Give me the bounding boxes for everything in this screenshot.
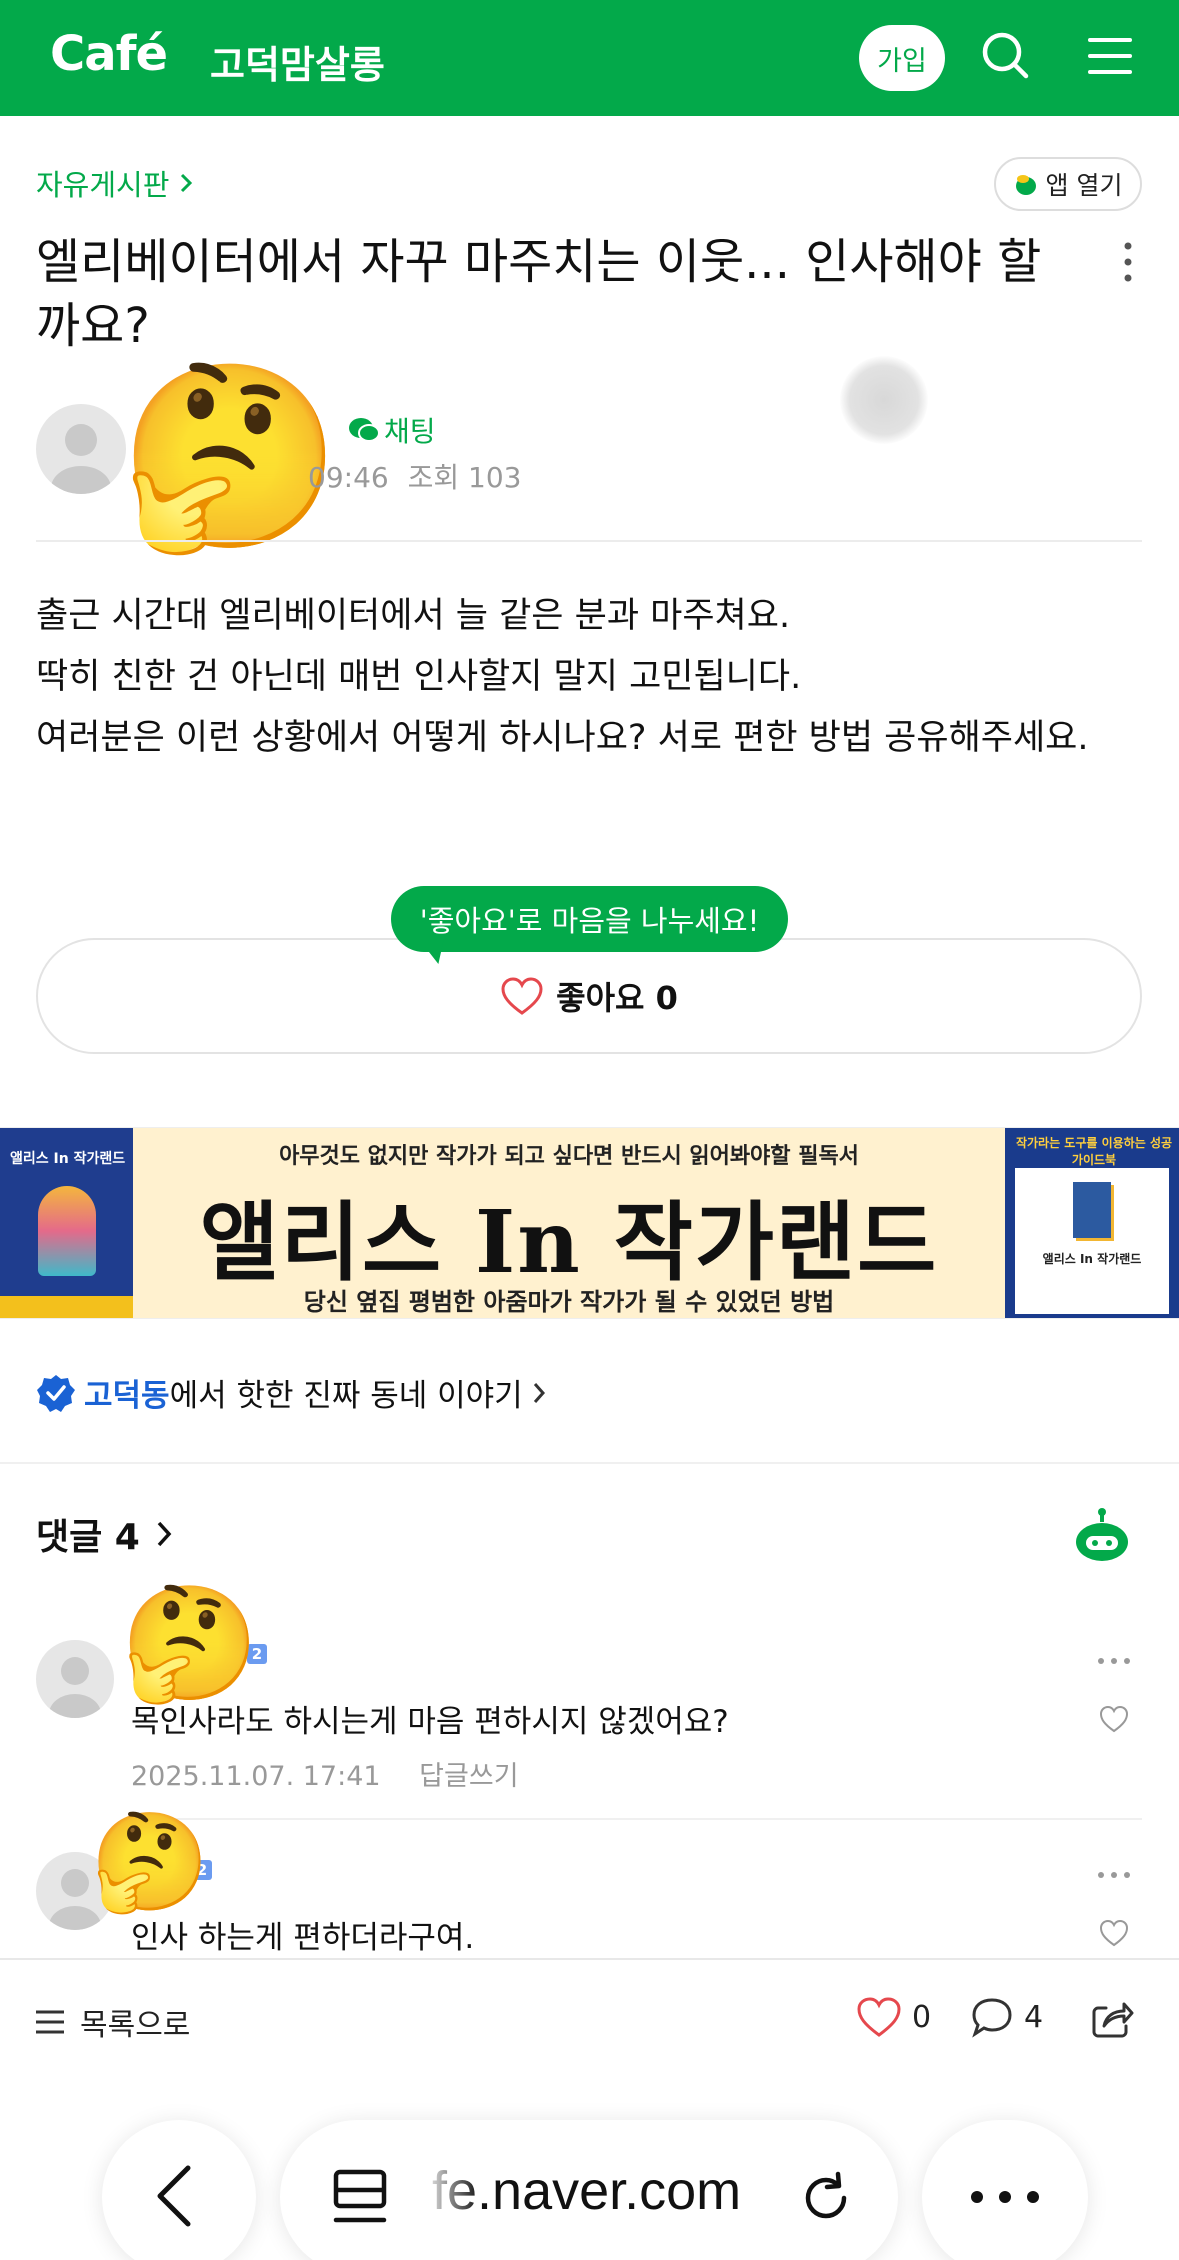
chat-button[interactable]: 채팅 xyxy=(348,410,436,450)
cafe-name[interactable]: 고덕맘살롱 xyxy=(210,34,385,89)
keyhole-illustration xyxy=(38,1186,96,1276)
comment-divider xyxy=(131,1818,1142,1820)
post-time: 09:46 xyxy=(308,461,389,494)
smudge xyxy=(840,356,928,444)
section-divider xyxy=(0,1462,1179,1464)
back-icon xyxy=(157,2165,191,2227)
banner-sub-text: 당신 옆집 평범한 아줌마가 작가가 될 수 있었던 방법 xyxy=(303,1288,835,1316)
comment-count: 4 xyxy=(1024,1999,1044,2035)
list-icon xyxy=(36,2010,64,2034)
book-ad-banner[interactable]: 앨리스 In 작가랜드 아무것도 없지만 작가가 되고 싶다면 반드시 읽어봐야… xyxy=(0,1127,1179,1319)
search-icon[interactable] xyxy=(976,26,1036,86)
post-body-line: 여러분은 이런 상황에서 어떻게 하시나요? 서로 편한 방법 공유해주세요. xyxy=(36,718,1089,758)
commenter-avatar[interactable] xyxy=(36,1640,114,1718)
join-button[interactable]: 가입 xyxy=(859,25,945,91)
chat-label: 채팅 xyxy=(384,415,436,448)
bottom-action-bar: 목록으로 0 4 xyxy=(0,1958,1179,2078)
cup-icon xyxy=(1015,175,1036,195)
comment-text: 목인사라도 하시는게 마음 편하시지 않겠어요? xyxy=(131,1704,729,1740)
like-count: 0 xyxy=(912,1999,932,2035)
open-app-button[interactable]: 앱 열기 xyxy=(994,157,1142,211)
reader-icon[interactable] xyxy=(330,2168,390,2226)
right-book-card: 앨리스 In 작가랜드 xyxy=(1015,1168,1169,1314)
comments-count: 댓글 4 xyxy=(36,1517,140,1558)
share-icon[interactable] xyxy=(1090,1996,1134,2040)
like-tooltip: '좋아요'로 마음을 나누세요! xyxy=(391,886,788,952)
bot-icon[interactable] xyxy=(1072,1506,1132,1566)
like-label: 좋아요 0 xyxy=(556,979,678,1017)
reload-icon[interactable] xyxy=(796,2168,856,2228)
chat-bubble-icon xyxy=(349,418,380,442)
comment-icon xyxy=(972,1998,1012,2038)
top-bar: Café 고덕맘살롱 가입 xyxy=(0,0,1179,116)
post-views: 조회 103 xyxy=(407,461,522,494)
comment-meta: 2025.11.07. 17:41 답글쓰기 xyxy=(131,1754,519,1793)
reply-button[interactable]: 답글쓰기 xyxy=(419,1761,518,1792)
book-strip xyxy=(0,1296,133,1318)
comments-header[interactable]: 댓글 4 xyxy=(36,1508,174,1560)
thinking-face-emoji: 🤔 xyxy=(120,1579,260,1709)
comment-date: 2025.11.07. 17:41 xyxy=(131,1761,381,1792)
board-breadcrumb[interactable]: 자유게시판 xyxy=(36,162,193,204)
chevron-right-icon xyxy=(157,1521,172,1547)
left-book-title: 앨리스 In 작가랜드 xyxy=(10,1151,126,1167)
url-fade xyxy=(430,2150,480,2230)
divider xyxy=(36,540,1142,542)
right-headline: 작가라는 도구를 이용하는 성공 가이드북 xyxy=(1015,1136,1173,1167)
neighborhood-highlight: 고덕동 xyxy=(84,1378,170,1414)
cafe-logo[interactable]: Café xyxy=(50,26,168,82)
heart-icon[interactable] xyxy=(1098,1704,1130,1734)
post-title: 엘리베이터에서 자꾸 마주치는 이웃... 인사해야 할 까요? xyxy=(36,234,1042,354)
right-book-panel: 작가라는 도구를 이용하는 성공 가이드북 앨리스 In 작가랜드 xyxy=(1005,1128,1179,1318)
verified-check-icon xyxy=(37,1374,75,1412)
kebab-icon[interactable] xyxy=(1118,240,1138,284)
board-name: 자유게시판 xyxy=(36,168,170,202)
neighborhood-link[interactable]: 고덕동에서 핫한 진짜 동네 이야기 xyxy=(36,1370,547,1415)
more-icon xyxy=(971,2191,1039,2203)
browser-more-pill[interactable] xyxy=(922,2120,1088,2260)
back-to-list-label: 목록으로 xyxy=(80,2008,191,2043)
book-thumbnail xyxy=(1073,1182,1111,1238)
heart-icon xyxy=(857,1997,901,2037)
left-book-cover: 앨리스 In 작가랜드 xyxy=(0,1128,133,1318)
post-body-line: 딱히 친한 건 아닌데 매번 인사할지 말지 고민됩니다. xyxy=(36,657,802,697)
chevron-right-icon xyxy=(181,173,193,193)
like-button[interactable]: 좋아요 0 xyxy=(36,938,1142,1054)
neighborhood-text: 에서 핫한 진짜 동네 이야기 xyxy=(169,1378,523,1414)
heart-icon[interactable] xyxy=(1098,1918,1130,1948)
comment-stat-button[interactable]: 4 xyxy=(970,1996,1043,2038)
author-avatar[interactable] xyxy=(36,404,126,494)
banner-main-text: 앨리스 In 작가랜드 xyxy=(199,1192,939,1293)
back-to-list-button[interactable]: 목록으로 xyxy=(34,2000,190,2044)
chevron-right-icon xyxy=(533,1382,545,1403)
banner-top-text: 아무것도 없지만 작가가 되고 싶다면 반드시 읽어봐야할 필독서 xyxy=(279,1144,859,1169)
heart-icon xyxy=(501,977,543,1015)
open-app-label: 앱 열기 xyxy=(1045,171,1123,200)
post-body-line: 출근 시간대 엘리베이터에서 늘 같은 분과 마주쳐요. xyxy=(36,596,791,636)
post-body: 출근 시간대 엘리베이터에서 늘 같은 분과 마주쳐요. 딱히 친한 건 아닌데… xyxy=(36,586,1089,769)
more-icon[interactable] xyxy=(1096,1656,1132,1666)
more-icon[interactable] xyxy=(1096,1870,1132,1880)
thinking-face-emoji: 🤔 xyxy=(90,1806,210,1918)
like-stat-button[interactable]: 0 xyxy=(856,1996,931,2038)
post-meta: 09:46 조회 103 xyxy=(308,456,521,496)
right-book-title: 앨리스 In 작가랜드 xyxy=(1042,1252,1142,1266)
menu-icon[interactable] xyxy=(1080,26,1140,86)
comment-text: 인사 하는게 편하더라구여. xyxy=(131,1920,475,1956)
